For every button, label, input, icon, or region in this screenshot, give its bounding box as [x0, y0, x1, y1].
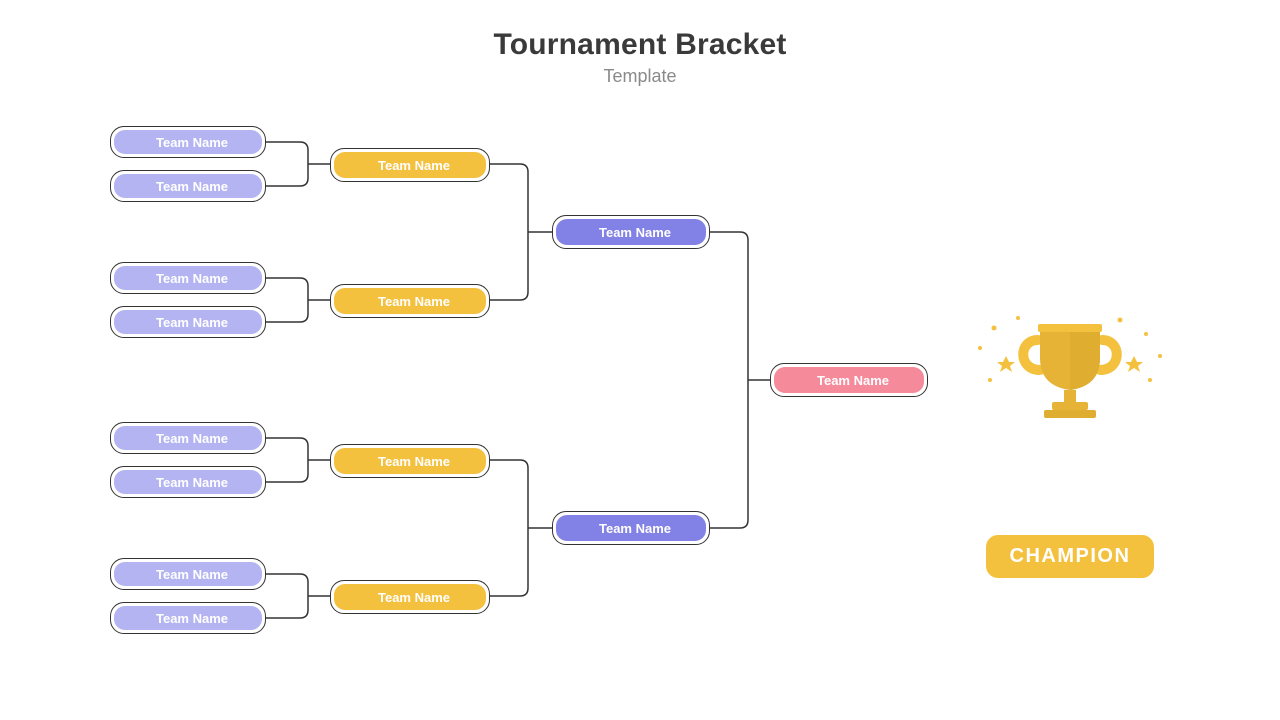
r2-team-3: Team Name — [330, 444, 490, 478]
title-block: Tournament Bracket Template — [0, 28, 1280, 87]
champion-block: CHAMPION — [960, 310, 1180, 578]
page-subtitle: Template — [0, 66, 1280, 87]
r2-team-1: Team Name — [330, 148, 490, 182]
team-label: Team Name — [156, 315, 228, 330]
r2-team-4: Team Name — [330, 580, 490, 614]
r1-team-8: Team Name — [110, 602, 266, 634]
team-label: Team Name — [156, 431, 228, 446]
team-label: Team Name — [378, 294, 450, 309]
team-label: Team Name — [599, 521, 671, 536]
r1-team-5: Team Name — [110, 422, 266, 454]
team-label: Team Name — [156, 271, 228, 286]
r1-team-7: Team Name — [110, 558, 266, 590]
r2-team-2: Team Name — [330, 284, 490, 318]
team-label: Team Name — [156, 135, 228, 150]
team-label: Team Name — [156, 179, 228, 194]
team-label: Team Name — [378, 454, 450, 469]
team-label: Team Name — [156, 475, 228, 490]
champion-badge: CHAMPION — [986, 535, 1155, 578]
r1-team-6: Team Name — [110, 466, 266, 498]
trophy-icon — [960, 310, 1180, 420]
r3-team-1: Team Name — [552, 215, 710, 249]
team-label: Team Name — [378, 158, 450, 173]
r3-team-2: Team Name — [552, 511, 710, 545]
team-label: Team Name — [378, 590, 450, 605]
team-label: Team Name — [156, 611, 228, 626]
page-title: Tournament Bracket — [0, 28, 1280, 62]
r1-team-3: Team Name — [110, 262, 266, 294]
final-team: Team Name — [770, 363, 928, 397]
r1-team-1: Team Name — [110, 126, 266, 158]
r1-team-2: Team Name — [110, 170, 266, 202]
r1-team-4: Team Name — [110, 306, 266, 338]
team-label: Team Name — [156, 567, 228, 582]
team-label: Team Name — [817, 373, 889, 388]
slide-canvas: Tournament Bracket Template Team Name Te… — [0, 0, 1280, 720]
team-label: Team Name — [599, 225, 671, 240]
